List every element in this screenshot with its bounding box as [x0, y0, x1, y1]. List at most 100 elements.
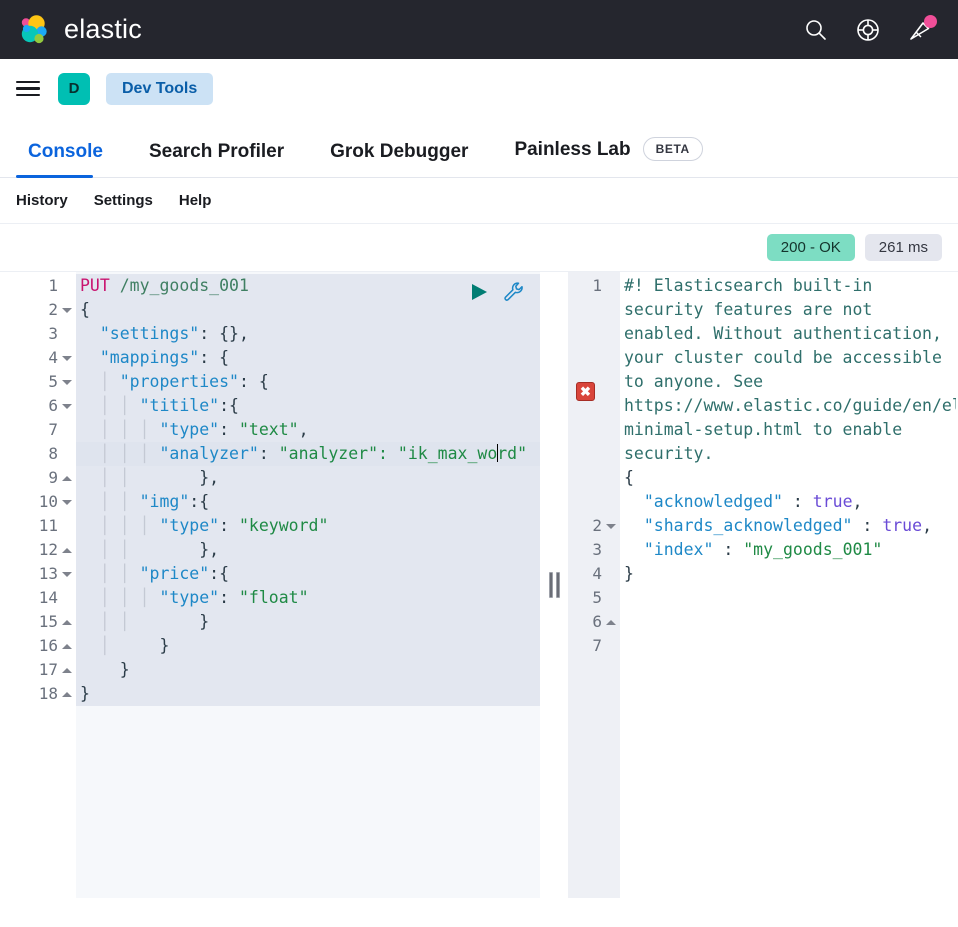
gutter-line[interactable]: 5 — [13, 370, 76, 394]
code-line[interactable]: │ │ │ "type": "float" — [76, 586, 540, 610]
fold-toggle-icon[interactable] — [62, 497, 72, 507]
gutter-line[interactable]: 18 — [13, 682, 76, 706]
code-line[interactable]: │ │ "img":{ — [76, 490, 540, 514]
fold-toggle-icon[interactable] — [62, 401, 72, 411]
gutter-line[interactable]: 8 — [13, 442, 76, 466]
pane-resize-handle[interactable] — [540, 272, 568, 898]
code-line[interactable]: │ │ │ "type": "text", — [76, 418, 540, 442]
tab-grok-debugger[interactable]: Grok Debugger — [318, 142, 480, 177]
fold-none — [62, 521, 72, 531]
gutter-line[interactable]: 13 — [13, 562, 76, 586]
code-line[interactable]: { — [620, 466, 956, 490]
response-pane[interactable]: ✖ 1 2 3 4 5 6 7 #! Elasticsearch built-i… — [568, 272, 956, 898]
elastic-logo-icon — [14, 11, 52, 49]
fold-none — [606, 545, 616, 555]
subnav-item-help[interactable]: Help — [179, 192, 212, 209]
analyzer-value-before-caret: "analyzer": "ik_max_wo — [278, 444, 498, 463]
breadcrumb-dev-tools[interactable]: Dev Tools — [106, 72, 214, 105]
brand-name: elastic — [64, 14, 142, 44]
response-gutter[interactable]: ✖ 1 2 3 4 5 6 7 — [568, 272, 620, 898]
code-line[interactable]: "settings": {}, — [76, 322, 540, 346]
gutter-line[interactable]: 10 — [13, 490, 76, 514]
code-line[interactable]: │ } — [76, 634, 540, 658]
gutter-line[interactable]: 3 — [568, 538, 620, 562]
code-line-active[interactable]: │ │ │ "analyzer": "analyzer": "ik_max_wo… — [76, 442, 540, 466]
gutter-line[interactable]: 1 — [568, 274, 620, 298]
gutter-line[interactable]: 3 — [13, 322, 76, 346]
gutter-line[interactable]: 12 — [13, 538, 76, 562]
code-line[interactable] — [620, 586, 956, 610]
code-line[interactable]: │ │ }, — [76, 466, 540, 490]
gutter-line[interactable]: 17 — [13, 658, 76, 682]
fold-none — [606, 281, 616, 291]
gutter-line[interactable]: 1 — [13, 274, 76, 298]
hamburger-line — [16, 80, 40, 84]
fold-toggle-icon[interactable] — [62, 665, 72, 675]
http-method: PUT — [80, 276, 110, 295]
notification-badge — [924, 14, 937, 28]
fold-toggle-icon[interactable] — [62, 641, 72, 651]
tab-console[interactable]: Console — [16, 142, 115, 178]
gutter-line[interactable]: 2 — [568, 514, 620, 538]
brand[interactable]: elastic — [14, 11, 142, 49]
gutter-line[interactable]: 14 — [13, 586, 76, 610]
code-line[interactable]: } — [620, 562, 956, 586]
code-line[interactable]: "index" : "my_goods_001" — [620, 538, 956, 562]
tab-painless-lab[interactable]: Painless Lab BETA — [502, 137, 714, 177]
fold-none — [606, 569, 616, 579]
code-line[interactable]: "shards_acknowledged" : true, — [620, 514, 956, 538]
gutter-line[interactable]: 9 — [13, 466, 76, 490]
code-line[interactable]: │ │ "price":{ — [76, 562, 540, 586]
fold-toggle-icon[interactable] — [62, 353, 72, 363]
tab-label: Search Profiler — [148, 141, 285, 162]
code-line[interactable]: │ │ } — [76, 610, 540, 634]
avatar[interactable]: D — [58, 72, 90, 105]
code-line[interactable]: │ │ │ "type": "keyword" — [76, 514, 540, 538]
fold-toggle-icon[interactable] — [606, 521, 616, 531]
request-code-area[interactable]: PUT /my_goods_001 { "settings": {}, "map… — [76, 272, 540, 898]
response-code-area[interactable]: #! Elasticsearch built-in security featu… — [620, 272, 956, 898]
fold-toggle-icon[interactable] — [606, 617, 616, 627]
fold-toggle-icon[interactable] — [62, 545, 72, 555]
gutter-line[interactable]: 4 — [13, 346, 76, 370]
code-line[interactable]: │ │ }, — [76, 538, 540, 562]
gutter-line[interactable]: 11 — [13, 514, 76, 538]
subnav-item-history[interactable]: History — [16, 192, 68, 209]
announcements-icon[interactable] — [906, 14, 937, 44]
fold-toggle-icon[interactable] — [62, 473, 72, 483]
code-line[interactable]: │ │ "titile":{ — [76, 394, 540, 418]
wrench-icon[interactable] — [502, 280, 526, 304]
response-warning-text: #! Elasticsearch built-in security featu… — [620, 274, 956, 466]
gutter-line[interactable]: 16 — [13, 634, 76, 658]
request-path: /my_goods_001 — [119, 276, 249, 295]
gutter-line[interactable]: 15 — [13, 610, 76, 634]
search-icon[interactable] — [802, 16, 830, 44]
status-badge: 200 - OK — [766, 234, 855, 261]
main-menu-icon[interactable] — [14, 75, 42, 103]
gutter-line[interactable]: 7 — [13, 418, 76, 442]
gutter-line[interactable]: 7 — [568, 634, 620, 658]
fold-toggle-icon[interactable] — [62, 617, 72, 627]
fold-toggle-icon[interactable] — [62, 305, 72, 315]
code-line[interactable]: │ "properties": { — [76, 370, 540, 394]
error-marker-icon[interactable]: ✖ — [576, 382, 595, 401]
gutter-line[interactable]: 6 — [568, 610, 620, 634]
fold-toggle-icon[interactable] — [62, 377, 72, 387]
help-icon[interactable] — [854, 16, 882, 44]
code-line[interactable]: } — [76, 658, 540, 682]
gutter-line[interactable]: 5 — [568, 586, 620, 610]
request-editor-pane[interactable]: 1 2 3 4 5 6 7 8 9 10 11 12 13 14 15 16 1… — [13, 272, 540, 898]
request-gutter[interactable]: 1 2 3 4 5 6 7 8 9 10 11 12 13 14 15 16 1… — [13, 272, 76, 898]
gutter-line[interactable]: 6 — [13, 394, 76, 418]
code-line[interactable]: "acknowledged" : true, — [620, 490, 956, 514]
header-actions — [802, 14, 937, 44]
code-line[interactable]: "mappings": { — [76, 346, 540, 370]
code-line[interactable]: } — [76, 682, 540, 706]
gutter-line[interactable]: 2 — [13, 298, 76, 322]
fold-toggle-icon[interactable] — [62, 689, 72, 699]
fold-toggle-icon[interactable] — [62, 569, 72, 579]
run-request-play-icon[interactable] — [468, 281, 490, 303]
gutter-line[interactable]: 4 — [568, 562, 620, 586]
tab-search-profiler[interactable]: Search Profiler — [137, 142, 296, 177]
subnav-item-settings[interactable]: Settings — [94, 192, 153, 209]
